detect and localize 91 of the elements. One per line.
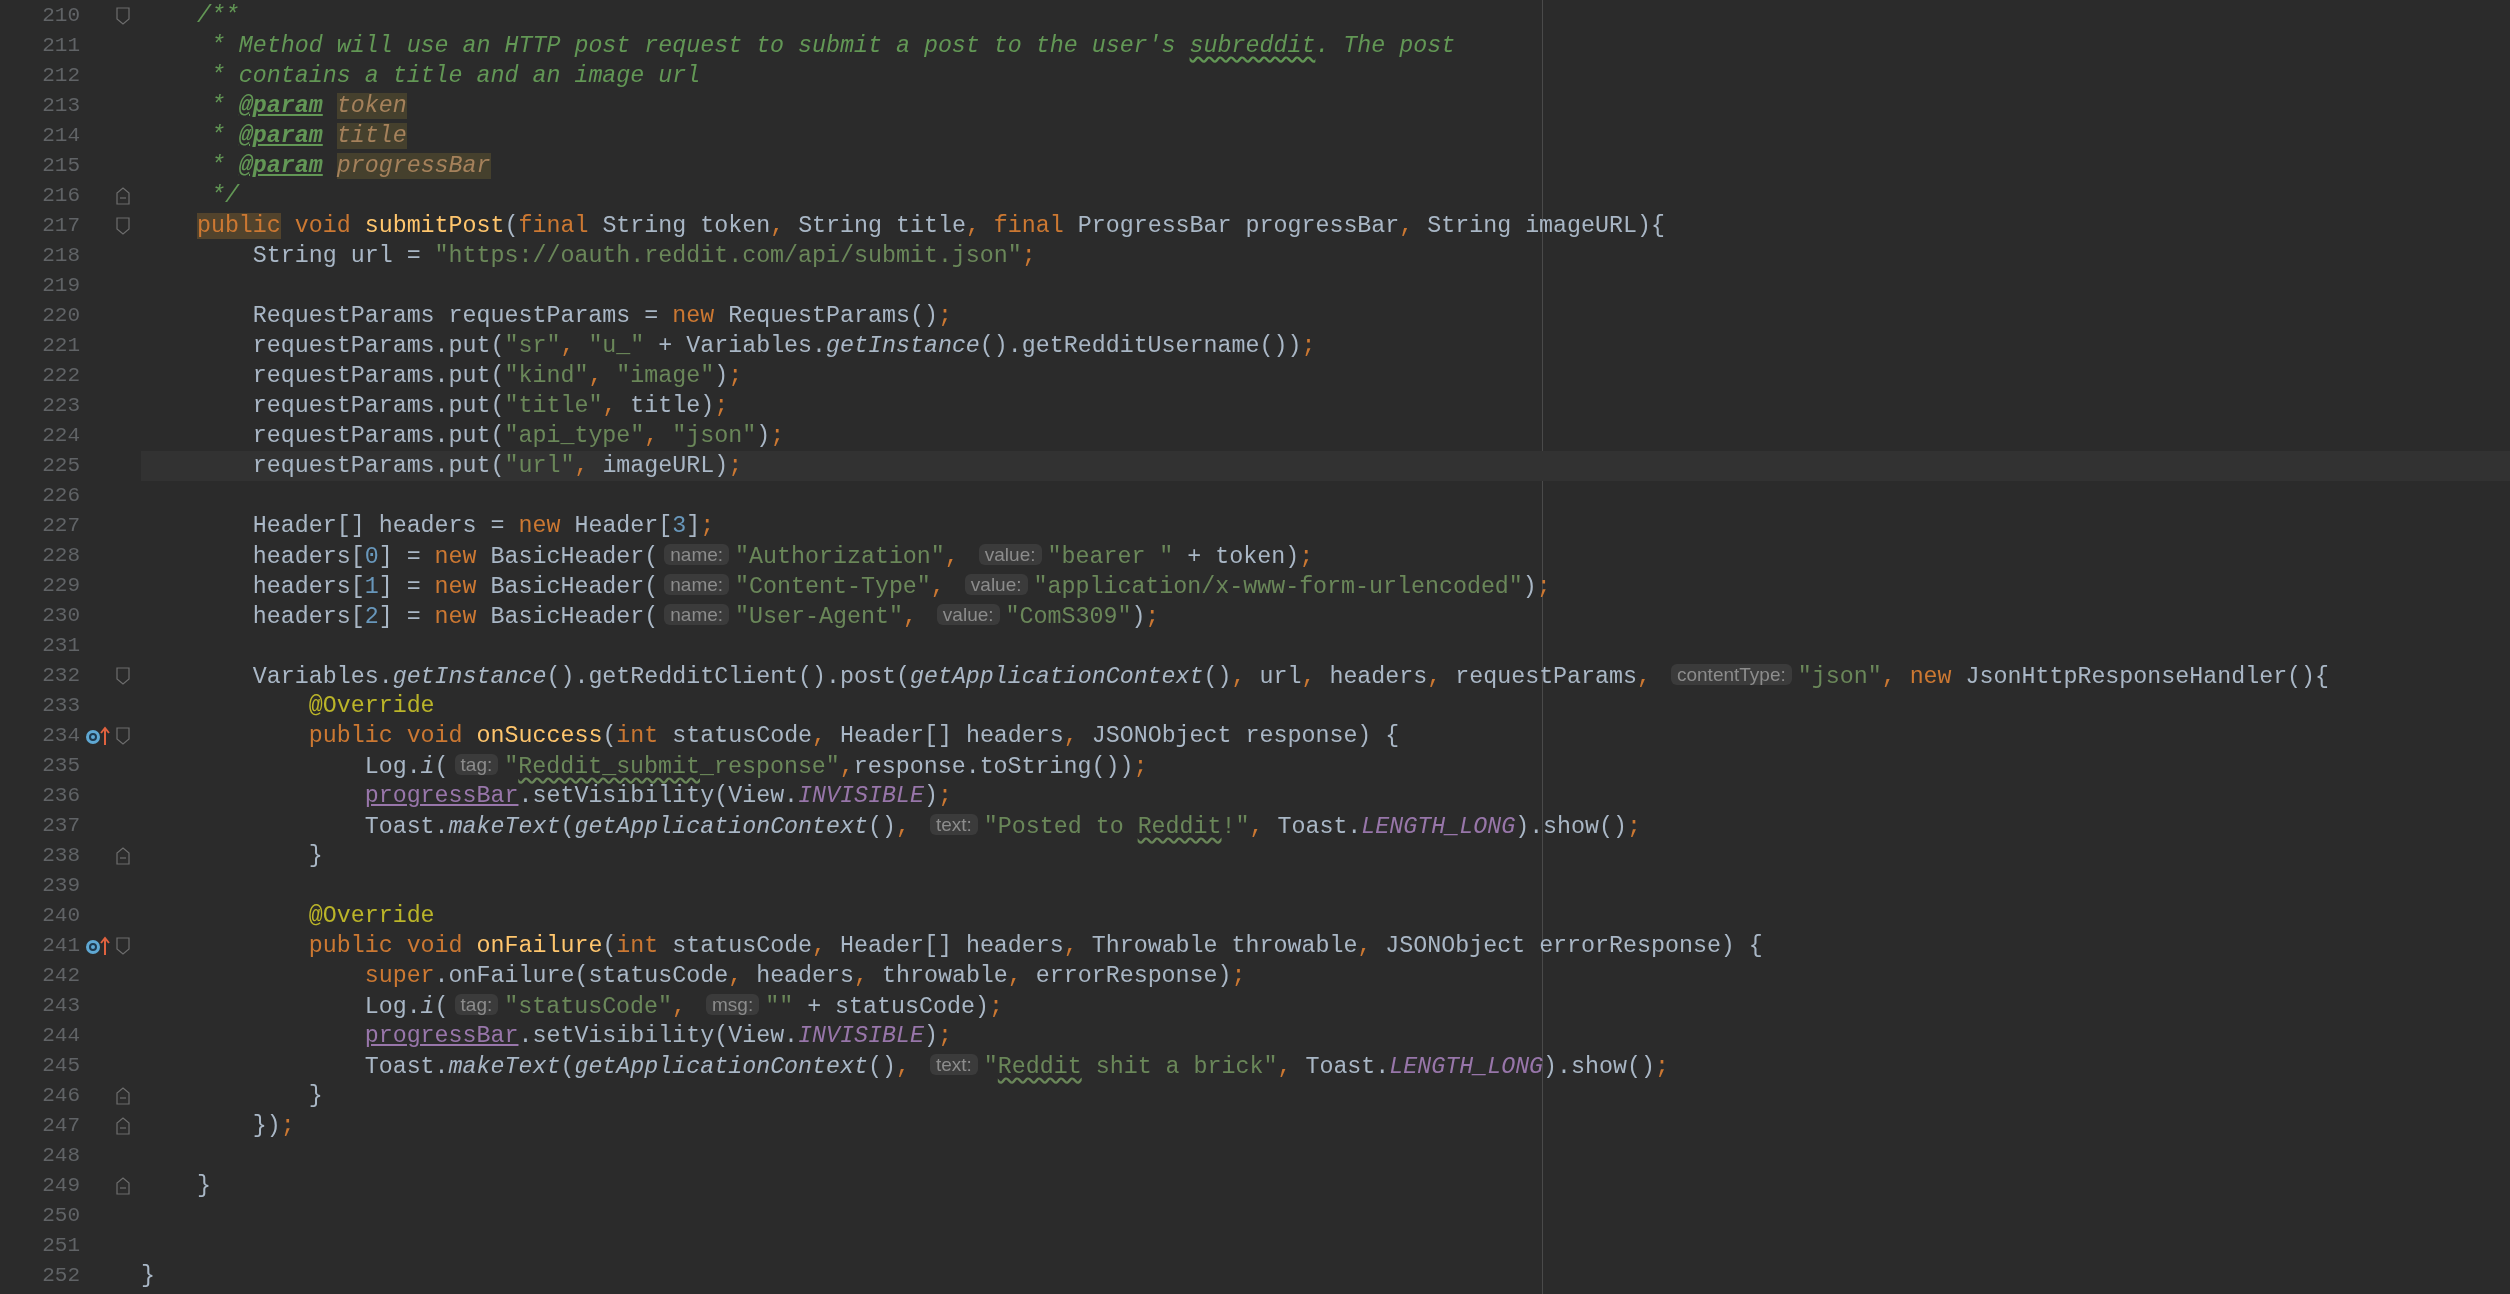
code-line: headers[1] = new BasicHeader( $^{name:}$ "Content-Type", $^{value:}$ "application/x-www-form-urlencoded");	[251, 573, 1551, 602]
code-line: Toast.makeText(getApplicationContext(), $^{text:}$ "Reddit shit a brick", Toast.LENGTH_LONG).show();	[363, 1053, 1669, 1082]
fold-marker-icon[interactable]	[116, 847, 130, 865]
line-number: 249	[42, 1173, 80, 1200]
code-line: requestParams.put("kind", "image");	[251, 362, 743, 391]
line-number: 250	[42, 1203, 80, 1230]
code-line: String url = "https://oauth.reddit.com/api/submit.json";	[251, 242, 1036, 271]
code-line: public void onSuccess(int statusCode, Header[] headers, JSONObject response) {	[307, 722, 1400, 751]
line-number: 227	[42, 513, 80, 540]
code-line: Variables.getInstance().getRedditClient().post(getApplicationContext(), url, headers, requestParams, $^{contentType:}$ "json", new JsonHttpResponseHandler(){	[251, 663, 2330, 692]
line-number: 231	[42, 633, 80, 660]
line-number: 229	[42, 573, 80, 600]
fold-marker-icon[interactable]	[116, 937, 130, 955]
code-line: requestParams.put("api_type", "json");	[251, 422, 785, 451]
code-line: }	[307, 842, 323, 871]
code-line: }	[141, 1262, 155, 1291]
code-line: * contains a title and an image url	[209, 62, 701, 91]
code-line: * @param title	[209, 122, 407, 151]
code-line: * @param token	[209, 92, 407, 121]
code-line: public void submitPost(final String token, String title, final ProgressBar progressBar, String imageURL){	[195, 212, 1665, 241]
line-number: 244	[42, 1023, 80, 1050]
line-number: 223	[42, 393, 80, 420]
line-number: 232	[42, 663, 80, 690]
code-line: super.onFailure(statusCode, headers, throwable, errorResponse);	[363, 962, 1246, 991]
line-number: 213	[42, 93, 80, 120]
line-number: 241	[42, 933, 80, 960]
line-number: 211	[42, 33, 80, 60]
code-line: Log.i( $^{tag:}$ "Reddit_submit_response",response.toString());	[363, 753, 1148, 782]
line-number: 225	[42, 453, 80, 480]
line-number: 245	[42, 1053, 80, 1080]
code-line: headers[2] = new BasicHeader( $^{name:}$ "User-Agent", $^{value:}$ "ComS309");	[251, 603, 1160, 632]
code-line: RequestParams requestParams = new RequestParams();	[251, 302, 952, 331]
line-number: 228	[42, 543, 80, 570]
line-number: 236	[42, 783, 80, 810]
line-number: 233	[42, 693, 80, 720]
fold-marker-icon[interactable]	[116, 7, 130, 25]
code-line: Log.i( $^{tag:}$ "statusCode", $^{msg:}$ "" + statusCode);	[363, 993, 1003, 1022]
line-number: 240	[42, 903, 80, 930]
code-line: progressBar.setVisibility(View.INVISIBLE);	[363, 1022, 952, 1051]
line-number: 217	[42, 213, 80, 240]
line-number: 210	[42, 3, 80, 30]
line-number: 220	[42, 303, 80, 330]
fold-marker-icon[interactable]	[116, 217, 130, 235]
line-number: 252	[42, 1263, 80, 1290]
code-line: * @param progressBar	[209, 152, 491, 181]
line-number: 246	[42, 1083, 80, 1110]
line-number: 247	[42, 1113, 80, 1140]
code-line: */	[209, 182, 239, 211]
code-line: requestParams.put("title", title);	[251, 392, 729, 421]
fold-marker-icon[interactable]	[116, 1177, 130, 1195]
line-number: 242	[42, 963, 80, 990]
code-line: requestParams.put("sr", "u_" + Variables.getInstance().getRedditUsername());	[251, 332, 1316, 361]
code-line: public void onFailure(int statusCode, Header[] headers, Throwable throwable, JSONObject errorResponse) {	[307, 932, 1763, 961]
override-icon[interactable]	[85, 725, 111, 747]
line-number: 215	[42, 153, 80, 180]
line-number: 235	[42, 753, 80, 780]
override-icon[interactable]	[85, 935, 111, 957]
line-number: 214	[42, 123, 80, 150]
code-line: progressBar.setVisibility(View.INVISIBLE);	[363, 782, 952, 811]
line-number: 221	[42, 333, 80, 360]
fold-marker-icon[interactable]	[116, 187, 130, 205]
fold-marker-icon[interactable]	[116, 1087, 130, 1105]
line-number: 219	[42, 273, 80, 300]
line-number: 251	[42, 1233, 80, 1260]
line-number: 237	[42, 813, 80, 840]
line-number: 243	[42, 993, 80, 1020]
fold-marker-icon[interactable]	[116, 667, 130, 685]
code-line: @Override	[307, 902, 435, 931]
line-number: 218	[42, 243, 80, 270]
line-number: 248	[42, 1143, 80, 1170]
code-line: Toast.makeText(getApplicationContext(), $^{text:}$ "Posted to Reddit!", Toast.LENGTH_LONG).show();	[363, 813, 1641, 842]
code-line: * Method will use an HTTP post request to submit a post to the user's subreddit. The post	[209, 32, 1456, 61]
code-line: });	[251, 1112, 295, 1141]
line-number: 239	[42, 873, 80, 900]
code-line: requestParams.put("url", imageURL);	[251, 452, 743, 481]
line-number: 212	[42, 63, 80, 90]
code-line: Header[] headers = new Header[3];	[251, 512, 715, 541]
line-number: 226	[42, 483, 80, 510]
line-number: 222	[42, 363, 80, 390]
fold-marker-icon[interactable]	[116, 1117, 130, 1135]
line-number: 238	[42, 843, 80, 870]
code-line: /**	[195, 2, 239, 31]
code-line: headers[0] = new BasicHeader( $^{name:}$ "Authorization", $^{value:}$ "bearer " + token);	[251, 543, 1314, 572]
code-line: }	[307, 1082, 323, 1111]
line-number: 216	[42, 183, 80, 210]
line-number: 234	[42, 723, 80, 750]
line-number: 230	[42, 603, 80, 630]
code-line: }	[195, 1172, 211, 1201]
code-line: @Override	[307, 692, 435, 721]
line-number: 224	[42, 423, 80, 450]
fold-marker-icon[interactable]	[116, 727, 130, 745]
